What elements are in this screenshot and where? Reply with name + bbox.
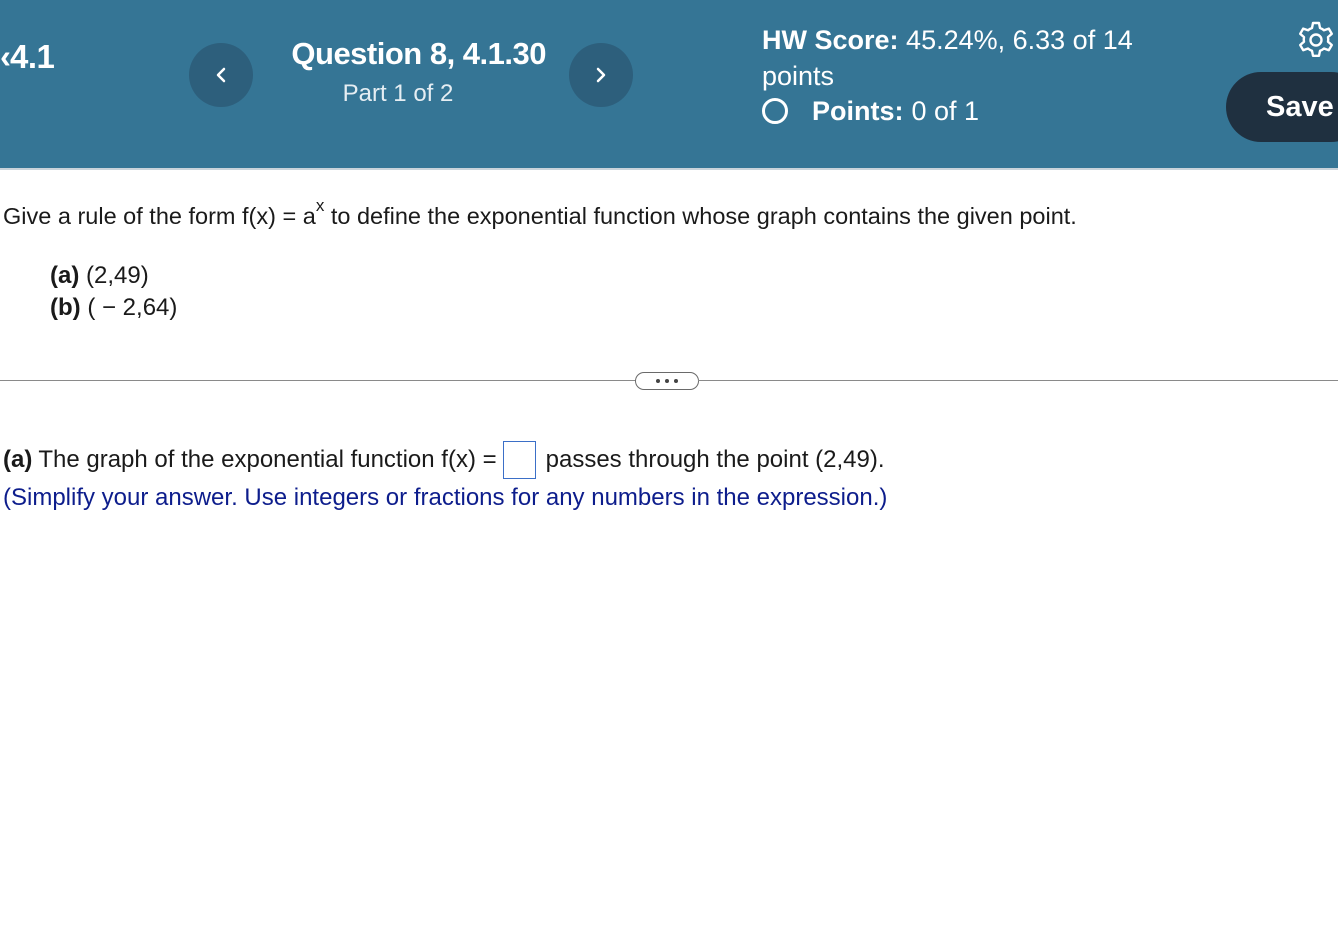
- previous-question-button[interactable]: [189, 43, 253, 107]
- section-number: 4.1: [10, 38, 55, 75]
- chevron-right-icon: [596, 67, 606, 83]
- dot: [656, 379, 660, 383]
- section-label[interactable]: ‹4.1: [0, 38, 54, 76]
- chevron-left-icon: [216, 67, 226, 83]
- part-point: (2,49): [86, 262, 149, 289]
- hw-score: HW Score: 45.24%, 6.33 of 14 points: [762, 22, 1182, 94]
- dot: [665, 379, 669, 383]
- divider: [0, 380, 636, 381]
- next-question-button[interactable]: [569, 43, 633, 107]
- status-circle-icon: [762, 98, 788, 124]
- prompt-exponent: x: [315, 196, 325, 215]
- part-item-b: (b) ( − 2,64): [50, 292, 177, 324]
- top-header-bar: ‹4.1 Question 8, 4.1.30 Part 1 of 2 HW S…: [0, 0, 1338, 170]
- answer-text-before: The graph of the exponential function f(…: [38, 446, 497, 473]
- answer-statement: (a) The graph of the exponential functio…: [3, 440, 885, 480]
- points-value: 0 of 1: [911, 95, 980, 126]
- divider: [698, 380, 1338, 381]
- points-label: Points:: [812, 95, 904, 126]
- gear-icon[interactable]: [1296, 20, 1336, 60]
- save-button[interactable]: Save: [1226, 72, 1338, 142]
- answer-text-after: passes through the point (2,49).: [545, 446, 885, 473]
- part-label: (a): [50, 262, 80, 289]
- hw-score-label: HW Score:: [762, 25, 899, 55]
- dot: [674, 379, 678, 383]
- part-point: ( − 2,64): [87, 294, 178, 321]
- answer-instruction: (Simplify your answer. Use integers or f…: [3, 484, 888, 511]
- answer-input[interactable]: [502, 441, 536, 479]
- save-button-label: Save: [1266, 90, 1334, 123]
- question-title: Question 8, 4.1.30: [291, 36, 546, 71]
- points-status: Points: 0 of 1: [762, 93, 979, 129]
- prompt-text-before: Give a rule of the form f(x) = a: [3, 202, 316, 229]
- question-parts-list: (a) (2,49) (b) ( − 2,64): [50, 260, 177, 324]
- section-back-chevron: ‹: [0, 38, 10, 75]
- expand-question-button[interactable]: [635, 372, 699, 390]
- question-part: Part 1 of 2: [342, 80, 454, 107]
- part-item-a: (a) (2,49): [50, 260, 177, 292]
- part-label: (b): [50, 294, 81, 321]
- question-prompt: Give a rule of the form f(x) = ax to def…: [3, 196, 1077, 230]
- prompt-text-after: to define the exponential function whose…: [324, 202, 1077, 229]
- answer-part-label: (a): [3, 446, 33, 473]
